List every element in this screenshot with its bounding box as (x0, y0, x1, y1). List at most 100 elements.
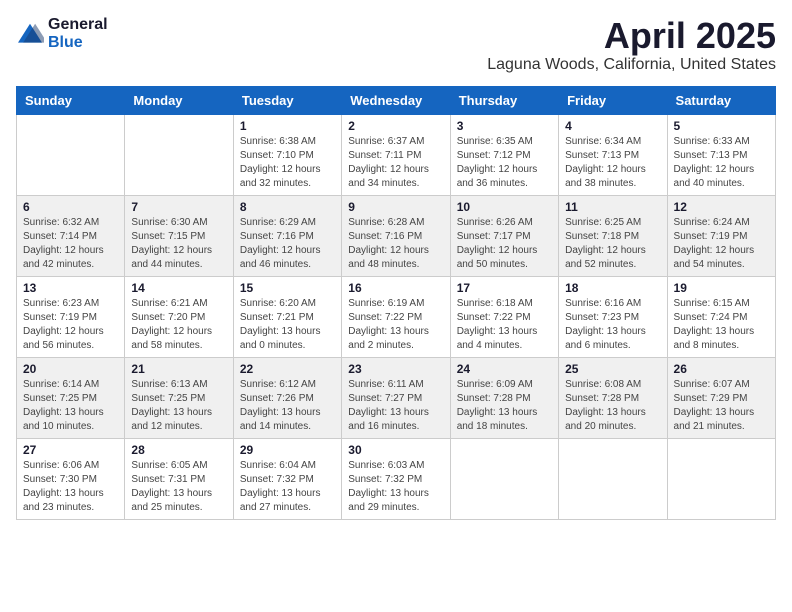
calendar-cell: 6 Sunrise: 6:32 AM Sunset: 7:14 PM Daylig… (17, 195, 125, 276)
calendar-cell: 14 Sunrise: 6:21 AM Sunset: 7:20 PM Dayli… (125, 276, 233, 357)
logo-text: General Blue (48, 16, 108, 52)
day-number: 23 (348, 362, 443, 376)
day-number: 10 (457, 200, 552, 214)
day-info: Sunrise: 6:05 AM Sunset: 7:31 PM Dayligh… (131, 459, 226, 515)
day-info: Sunrise: 6:20 AM Sunset: 7:21 PM Dayligh… (240, 297, 335, 353)
calendar-cell: 12Sunrise: 6:24 AM Sunset: 7:19 PM Dayli… (667, 195, 775, 276)
calendar-cell: 18 Sunrise: 6:16 AM Sunset: 7:23 PM Dayli… (559, 276, 667, 357)
calendar-cell: 19Sunrise: 6:15 AM Sunset: 7:24 PM Dayli… (667, 276, 775, 357)
day-info: Sunrise: 6:33 AM Sunset: 7:13 PM Dayligh… (674, 135, 769, 191)
day-info: Sunrise: 6:38 AM Sunset: 7:10 PM Dayligh… (240, 135, 335, 191)
calendar-cell (667, 438, 775, 519)
title-area: April 2025 Laguna Woods, California, Uni… (487, 16, 776, 74)
day-number: 24 (457, 362, 552, 376)
day-number: 26 (674, 362, 769, 376)
calendar-cell: 1Sunrise: 6:38 AM Sunset: 7:10 PM Daylig… (233, 114, 341, 195)
day-number: 25 (565, 362, 660, 376)
day-info: Sunrise: 6:30 AM Sunset: 7:15 PM Dayligh… (131, 216, 226, 272)
day-number: 9 (348, 200, 443, 214)
page-header: General Blue April 2025 Laguna Woods, Ca… (16, 16, 776, 74)
calendar-cell: 28 Sunrise: 6:05 AM Sunset: 7:31 PM Dayli… (125, 438, 233, 519)
day-number: 16 (348, 281, 443, 295)
calendar-cell: 17 Sunrise: 6:18 AM Sunset: 7:22 PM Dayli… (450, 276, 558, 357)
day-number: 8 (240, 200, 335, 214)
calendar-cell (559, 438, 667, 519)
day-info: Sunrise: 6:12 AM Sunset: 7:26 PM Dayligh… (240, 378, 335, 434)
calendar-cell: 9 Sunrise: 6:28 AM Sunset: 7:16 PM Daylig… (342, 195, 450, 276)
logo-icon (16, 22, 44, 46)
calendar-week-row-4: 20Sunrise: 6:14 AM Sunset: 7:25 PM Dayli… (17, 357, 776, 438)
logo: General Blue (16, 16, 108, 52)
calendar-table: SundayMondayTuesdayWednesdayThursdayFrid… (16, 86, 776, 520)
day-info: Sunrise: 6:09 AM Sunset: 7:28 PM Dayligh… (457, 378, 552, 434)
day-info: Sunrise: 6:08 AM Sunset: 7:28 PM Dayligh… (565, 378, 660, 434)
day-info: Sunrise: 6:06 AM Sunset: 7:30 PM Dayligh… (23, 459, 118, 515)
day-info: Sunrise: 6:25 AM Sunset: 7:18 PM Dayligh… (565, 216, 660, 272)
day-number: 30 (348, 443, 443, 457)
day-info: Sunrise: 6:24 AM Sunset: 7:19 PM Dayligh… (674, 216, 769, 272)
calendar-cell: 23 Sunrise: 6:11 AM Sunset: 7:27 PM Dayli… (342, 357, 450, 438)
day-number: 13 (23, 281, 118, 295)
calendar-cell (17, 114, 125, 195)
calendar-week-row-3: 13 Sunrise: 6:23 AM Sunset: 7:19 PM Dayli… (17, 276, 776, 357)
day-number: 11 (565, 200, 660, 214)
calendar-cell: 27 Sunrise: 6:06 AM Sunset: 7:30 PM Dayli… (17, 438, 125, 519)
day-info: Sunrise: 6:11 AM Sunset: 7:27 PM Dayligh… (348, 378, 443, 434)
day-number: 7 (131, 200, 226, 214)
day-number: 3 (457, 119, 552, 133)
calendar-cell (125, 114, 233, 195)
calendar-cell: 25 Sunrise: 6:08 AM Sunset: 7:28 PM Dayli… (559, 357, 667, 438)
day-number: 29 (240, 443, 335, 457)
weekday-header-saturday: Saturday (667, 86, 775, 114)
calendar-week-row-5: 27 Sunrise: 6:06 AM Sunset: 7:30 PM Dayli… (17, 438, 776, 519)
day-info: Sunrise: 6:19 AM Sunset: 7:22 PM Dayligh… (348, 297, 443, 353)
location-subtitle: Laguna Woods, California, United States (487, 56, 776, 74)
day-number: 27 (23, 443, 118, 457)
calendar-week-row-2: 6 Sunrise: 6:32 AM Sunset: 7:14 PM Daylig… (17, 195, 776, 276)
weekday-header-wednesday: Wednesday (342, 86, 450, 114)
day-number: 18 (565, 281, 660, 295)
calendar-cell: 2 Sunrise: 6:37 AM Sunset: 7:11 PM Daylig… (342, 114, 450, 195)
day-number: 14 (131, 281, 226, 295)
calendar-cell: 20Sunrise: 6:14 AM Sunset: 7:25 PM Dayli… (17, 357, 125, 438)
calendar-cell: 13 Sunrise: 6:23 AM Sunset: 7:19 PM Dayli… (17, 276, 125, 357)
day-info: Sunrise: 6:16 AM Sunset: 7:23 PM Dayligh… (565, 297, 660, 353)
day-info: Sunrise: 6:23 AM Sunset: 7:19 PM Dayligh… (23, 297, 118, 353)
day-number: 17 (457, 281, 552, 295)
calendar-week-row-1: 1Sunrise: 6:38 AM Sunset: 7:10 PM Daylig… (17, 114, 776, 195)
calendar-cell: 26 Sunrise: 6:07 AM Sunset: 7:29 PM Dayli… (667, 357, 775, 438)
day-info: Sunrise: 6:37 AM Sunset: 7:11 PM Dayligh… (348, 135, 443, 191)
day-number: 28 (131, 443, 226, 457)
day-info: Sunrise: 6:21 AM Sunset: 7:20 PM Dayligh… (131, 297, 226, 353)
calendar-cell: 29 Sunrise: 6:04 AM Sunset: 7:32 PM Dayli… (233, 438, 341, 519)
day-info: Sunrise: 6:18 AM Sunset: 7:22 PM Dayligh… (457, 297, 552, 353)
weekday-header-sunday: Sunday (17, 86, 125, 114)
day-info: Sunrise: 6:15 AM Sunset: 7:24 PM Dayligh… (674, 297, 769, 353)
day-number: 21 (131, 362, 226, 376)
day-info: Sunrise: 6:07 AM Sunset: 7:29 PM Dayligh… (674, 378, 769, 434)
day-info: Sunrise: 6:28 AM Sunset: 7:16 PM Dayligh… (348, 216, 443, 272)
calendar-cell: 8Sunrise: 6:29 AM Sunset: 7:16 PM Daylig… (233, 195, 341, 276)
calendar-cell: 24 Sunrise: 6:09 AM Sunset: 7:28 PM Dayli… (450, 357, 558, 438)
calendar-cell: 4 Sunrise: 6:34 AM Sunset: 7:13 PM Daylig… (559, 114, 667, 195)
calendar-cell: 16 Sunrise: 6:19 AM Sunset: 7:22 PM Dayli… (342, 276, 450, 357)
day-info: Sunrise: 6:03 AM Sunset: 7:32 PM Dayligh… (348, 459, 443, 515)
day-info: Sunrise: 6:35 AM Sunset: 7:12 PM Dayligh… (457, 135, 552, 191)
month-year-title: April 2025 (487, 16, 776, 56)
calendar-cell (450, 438, 558, 519)
day-info: Sunrise: 6:32 AM Sunset: 7:14 PM Dayligh… (23, 216, 118, 272)
day-number: 4 (565, 119, 660, 133)
calendar-cell: 22Sunrise: 6:12 AM Sunset: 7:26 PM Dayli… (233, 357, 341, 438)
day-number: 20 (23, 362, 118, 376)
weekday-header-friday: Friday (559, 86, 667, 114)
calendar-cell: 5Sunrise: 6:33 AM Sunset: 7:13 PM Daylig… (667, 114, 775, 195)
day-number: 2 (348, 119, 443, 133)
weekday-header-thursday: Thursday (450, 86, 558, 114)
calendar-cell: 10Sunrise: 6:26 AM Sunset: 7:17 PM Dayli… (450, 195, 558, 276)
day-number: 6 (23, 200, 118, 214)
day-number: 15 (240, 281, 335, 295)
calendar-cell: 30 Sunrise: 6:03 AM Sunset: 7:32 PM Dayli… (342, 438, 450, 519)
day-info: Sunrise: 6:04 AM Sunset: 7:32 PM Dayligh… (240, 459, 335, 515)
calendar-cell: 15 Sunrise: 6:20 AM Sunset: 7:21 PM Dayli… (233, 276, 341, 357)
day-info: Sunrise: 6:34 AM Sunset: 7:13 PM Dayligh… (565, 135, 660, 191)
